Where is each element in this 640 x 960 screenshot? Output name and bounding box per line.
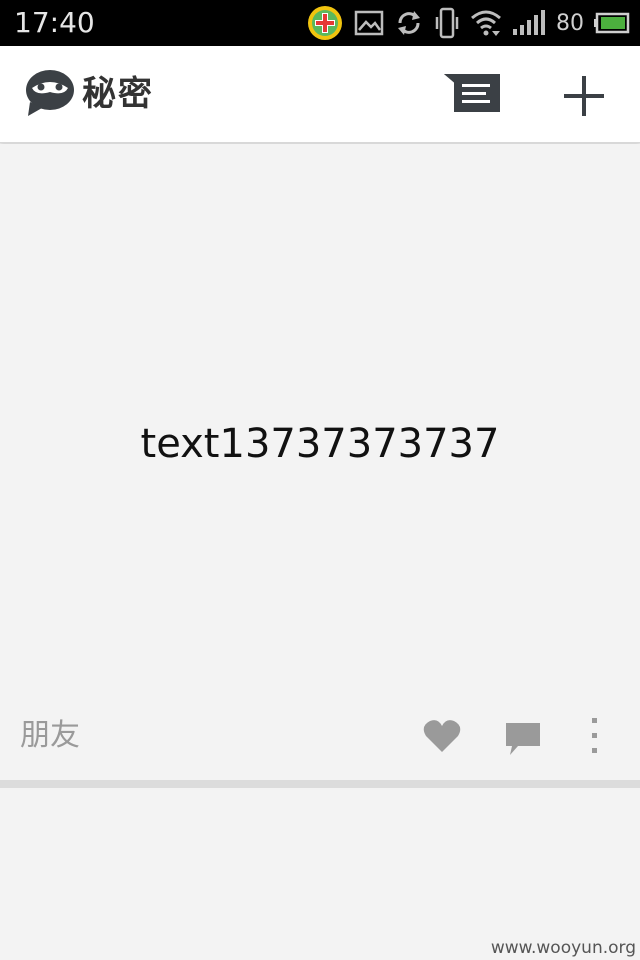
post-text: text13737373737 [140,421,500,467]
app-bar: 秘密 [0,46,640,143]
add-button[interactable] [556,68,612,124]
next-post-card[interactable] [0,788,640,960]
watermark: www.wooyun.org [490,938,636,958]
status-bar: 17:40 80 [0,0,640,46]
mask-chat-logo-icon [24,68,76,120]
vibrate-icon [434,7,460,39]
messages-icon [444,74,500,112]
image-icon [354,10,384,36]
status-time: 17:40 [14,6,95,39]
comment-icon [506,723,540,755]
like-button[interactable] [422,718,462,754]
app-title: 秘密 [82,74,154,114]
post-source-label: 朋友 [20,718,80,753]
wifi-icon [470,9,502,37]
post-card[interactable]: text13737373737 朋友 [0,144,640,780]
app-plus-icon [306,4,344,42]
post-footer: 朋友 [0,704,640,764]
sync-icon [394,8,424,38]
battery-level: 80 [556,10,584,36]
status-icons: 80 [306,0,630,46]
more-button[interactable] [584,716,604,756]
card-divider [0,780,640,788]
heart-icon [423,720,461,752]
add-icon [564,76,604,116]
messages-button[interactable] [440,72,504,120]
comment-button[interactable] [504,720,542,758]
battery-icon [594,12,630,34]
signal-icon [512,10,546,36]
more-vertical-icon [592,718,597,753]
